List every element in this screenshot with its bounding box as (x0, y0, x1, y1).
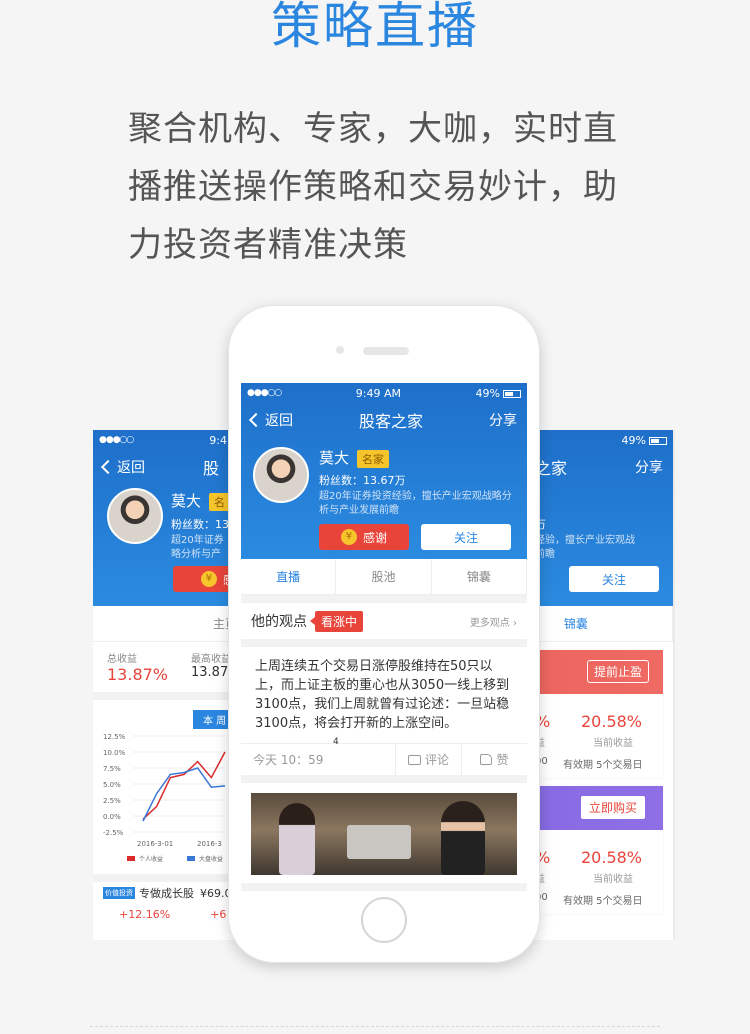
right-screen: 49% 之家 分享 万 经验，擅长产业宏观战 前瞻 关注 锦囊 提前止盈 % 益 … (535, 430, 675, 940)
thumbs-up-icon (480, 754, 493, 765)
validity: 有效期 5个交易日 (563, 896, 643, 907)
current-return: 20.58% (581, 712, 643, 731)
profile-desc: 超20年证券投资经验，擅长产业宏观战略分析与产业发展前瞻 (319, 491, 512, 516)
buy-now-button[interactable]: 立即购买 (580, 796, 645, 819)
tab-jinnang[interactable]: 锦囊 (432, 559, 527, 594)
profile-desc: 超20年证券 略分析与产 (171, 535, 224, 560)
tab-live[interactable]: 直播 (241, 559, 337, 594)
video-thumbnail[interactable] (251, 793, 517, 875)
subtitle-line: 播推送操作策略和交易妙计，助 (128, 167, 618, 207)
expert-tag: 名 (209, 492, 231, 511)
product-row[interactable]: 价值投资专做成长股¥69.00 (93, 874, 233, 904)
y-tick-label: 2.5% (103, 797, 121, 805)
current-return-label: 当前收益 (593, 738, 633, 749)
tab-stock-pool[interactable]: 股池 (336, 559, 432, 594)
coin-icon: ¥ (200, 571, 217, 587)
post-num: 4 (333, 737, 339, 747)
value-invest-tag: 价值投资 (103, 887, 135, 899)
camera-icon (336, 346, 344, 354)
thank-button[interactable]: ¥感 (173, 566, 233, 592)
coin-icon: ¥ (340, 529, 357, 545)
phone-frame: ●●●○○ 9:49 AM 49% 返回 股客之家 分享 莫大 名家 粉丝数：13… (228, 305, 540, 963)
back-label: 返回 (117, 460, 145, 476)
take-profit-stamp: 提前止盈 (586, 660, 649, 683)
expert-tag: 名家 (357, 449, 390, 468)
x-tick-label: 2016-3-01 (137, 840, 173, 848)
stat-max-return: 最高收益13.87% (191, 654, 233, 680)
y-tick-label: 0.0% (103, 813, 121, 821)
y-tick-label: 7.5% (103, 765, 121, 773)
chevron-left-icon (100, 459, 116, 475)
phone-screen: ●●●○○ 9:49 AM 49% 返回 股客之家 分享 莫大 名家 粉丝数：13… (241, 383, 527, 891)
y-tick-label: 5.0% (103, 781, 121, 789)
avatar (107, 488, 163, 544)
divider (90, 1026, 660, 1027)
speaker (363, 347, 409, 355)
share-button[interactable]: 分享 (635, 457, 663, 477)
battery-icon (503, 389, 521, 398)
fans-count: 粉丝数：13 (171, 518, 229, 531)
validity: 有效期 5个交易日 (563, 760, 643, 771)
legend-swatch (127, 856, 135, 861)
headline: 策略直播 (271, 0, 479, 55)
y-tick-label: -2.5% (103, 829, 124, 837)
avatar (253, 447, 309, 503)
tab-home[interactable]: 主页 (93, 606, 233, 641)
share-button[interactable]: 分享 (489, 410, 517, 430)
home-button[interactable] (361, 897, 407, 943)
strategy-card[interactable]: 立即购买 % 益 20.58% 当前收益 00 有效期 5个交易日 (535, 786, 663, 914)
profile-name: 莫大 名家 (319, 447, 390, 468)
thank-button[interactable]: ¥ 感谢 (319, 524, 409, 550)
week-badge[interactable]: 本 周 (193, 710, 233, 729)
status-time: 9:49 AM (355, 386, 402, 400)
post-text: 上周连续五个交易日涨停股维持在50只以上，而上证主板的重心也从3050一线上移到… (255, 659, 510, 731)
strategy-card[interactable]: 提前止盈 % 益 20.58% 当前收益 00 有效期 5个交易日 (535, 650, 663, 778)
current-return: 20.58% (581, 848, 643, 867)
comment-button[interactable]: 评论 (395, 744, 461, 775)
left-nav-title: 股 (203, 459, 220, 478)
comment-icon (407, 754, 421, 765)
profile-name: 莫大名 (171, 490, 231, 511)
return-chart: 本 周 12.5% 10.0% 7.5% 5.0% 2.5% 0.0% -2.5% 2016-… (93, 700, 233, 874)
subtitle-line: 力投资者精准决策 (128, 225, 408, 265)
right-battery: 49% (622, 434, 667, 447)
x-tick-label: 2016-3 (197, 840, 222, 848)
left-back-button[interactable]: 返回 (100, 457, 145, 477)
more-opinions-link[interactable]: 更多观点 › (470, 614, 517, 629)
post-time: 今天 10：59 4 (253, 737, 339, 767)
opinion-title: 他的观点 (251, 614, 307, 630)
battery: 49% (476, 387, 521, 400)
follow-button[interactable]: 关注 (421, 524, 511, 550)
product-returns: +12.16% +6 (93, 904, 233, 921)
y-tick-label: 10.0% (103, 749, 126, 757)
back-button[interactable]: 返回 (248, 410, 293, 430)
fans-count: 粉丝数：13.67万 (319, 474, 406, 487)
battery-icon (649, 436, 667, 445)
product-name: 专做成长股 (139, 887, 194, 900)
legend-swatch (187, 856, 195, 861)
nav-title: 股客之家 (358, 412, 423, 431)
series-line (142, 751, 226, 820)
signal-icon: ●●●○○ (99, 435, 134, 445)
like-button[interactable]: 赞 (461, 744, 527, 775)
y-tick-label: 12.5% (103, 733, 126, 741)
tab-jinnang[interactable]: 锦囊 (535, 606, 673, 641)
legend-label: 大盘收益 (199, 855, 223, 863)
profile-desc: 经验，擅长产业宏观战 前瞻 (535, 535, 635, 560)
chevron-left-icon (248, 412, 264, 428)
current-return-label: 当前收益 (593, 874, 633, 885)
legend-label: 个人收益 (139, 855, 163, 863)
chevron-right-icon: › (513, 617, 517, 629)
left-screen: ●●●○○9:4 返回 股 莫大名 粉丝数：13 超20年证券略分析与产 ¥感 … (93, 430, 233, 940)
bullish-badge: 看涨中 (309, 610, 364, 632)
stat-total-return: 总收益 13.87% (107, 654, 169, 684)
signal-icon: ●●●○○ (247, 388, 282, 398)
left-status-time: 9:4 (209, 433, 227, 447)
subtitle: 聚合机构、专家，大咖，实时直 播推送操作策略和交易妙计，助 力投资者精准决策 (128, 100, 668, 274)
subtitle-line: 聚合机构、专家，大咖，实时直 (128, 109, 618, 149)
follow-button[interactable]: 关注 (569, 566, 659, 592)
